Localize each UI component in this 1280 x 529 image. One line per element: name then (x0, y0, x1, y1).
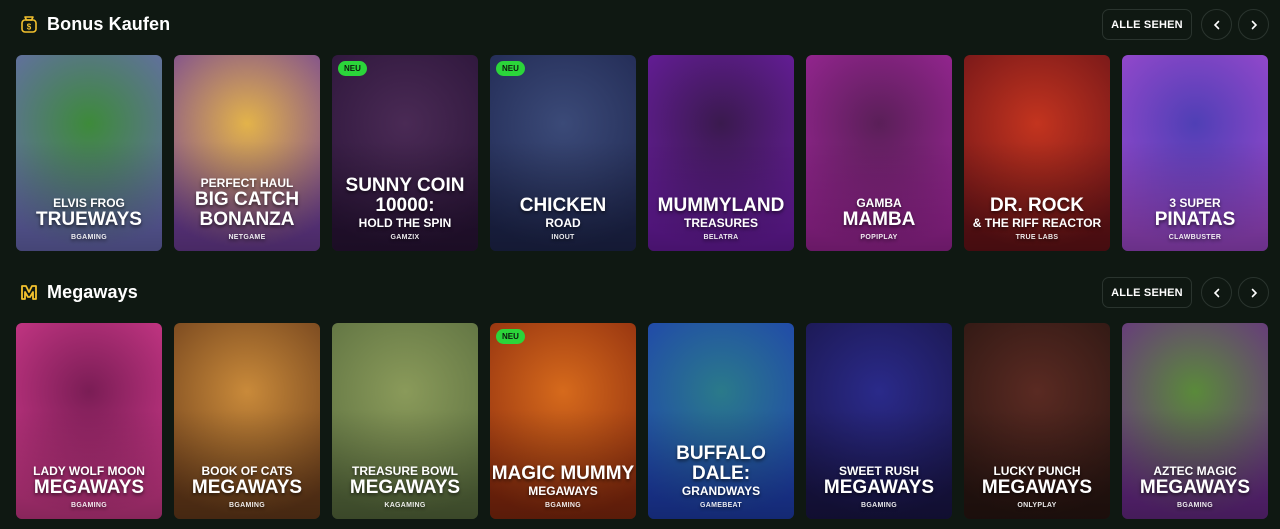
chevron-left-icon (1213, 288, 1219, 297)
game-title-line3: HOLD THE SPIN (358, 216, 452, 230)
game-title-block: 3 SUPER PINATAS CLAWBUSTER (1122, 197, 1268, 242)
game-title-block: SUNNY COIN 10000: HOLD THE SPIN GAMZIX (332, 175, 478, 242)
game-title-block: DR. ROCK & THE RIFF REACTOR TRUE LABS (964, 195, 1110, 242)
game-title-line2: MAMBA (842, 209, 916, 230)
game-title-block: MUMMYLAND TREASURES BELATRA (648, 195, 794, 242)
section-title: Megaways (47, 282, 138, 302)
game-card[interactable]: NEU MAGIC MUMMY MEGAWAYS BGAMING (490, 323, 636, 519)
new-badge: NEU (496, 61, 525, 76)
game-title-block: ELVIS FROG TRUEWAYS BGAMING (16, 197, 162, 242)
game-title-block: BUFFALO DALE: GRANDWAYS GAMEBEAT (648, 443, 794, 510)
game-card[interactable]: MUMMYLAND TREASURES BELATRA (648, 55, 794, 251)
game-card[interactable]: NEU CHICKEN ROAD INOUT (490, 55, 636, 251)
game-title-block: PERFECT HAUL BIG CATCH BONANZA NETGAME (174, 177, 320, 242)
game-provider: BGAMING (1177, 502, 1213, 509)
game-card[interactable]: DR. ROCK & THE RIFF REACTOR TRUE LABS (964, 55, 1110, 251)
game-provider: BGAMING (71, 234, 107, 241)
game-title-block: LADY WOLF MOON MEGAWAYS BGAMING (16, 465, 162, 510)
game-provider: GAMZIX (390, 234, 420, 241)
new-badge: NEU (496, 329, 525, 344)
game-title-line2: BUFFALO DALE: (676, 443, 766, 484)
game-title-block: TREASURE BOWL MEGAWAYS KAGAMING (332, 465, 478, 510)
section-header: Megaways ALLE SEHEN (0, 268, 1280, 320)
game-title-line2: MAGIC MUMMY (491, 463, 635, 484)
game-card[interactable]: GAMBA MAMBA POPIPLAY (806, 55, 952, 251)
game-card[interactable]: SWEET RUSH MEGAWAYS BGAMING (806, 323, 952, 519)
section-megaways: Megaways ALLE SEHEN LADY WOLF MOON MEGAWA… (0, 268, 1280, 519)
game-title-line2: MEGAWAYS (823, 477, 935, 498)
carousel-prev-button[interactable] (1201, 277, 1232, 308)
new-badge: NEU (338, 61, 367, 76)
game-title-line2: TRUEWAYS (36, 209, 142, 230)
game-card[interactable]: BOOK OF CATS MEGAWAYS BGAMING (174, 323, 320, 519)
section-title: Bonus Kaufen (47, 14, 171, 34)
game-provider: INOUT (551, 234, 575, 241)
game-provider: BGAMING (861, 502, 897, 509)
game-title-line2: BIG CATCH BONANZA (194, 189, 300, 230)
carousel-next-button[interactable] (1238, 9, 1269, 40)
game-provider: NETGAME (228, 234, 266, 241)
game-title-line3: GRANDWAYS (681, 484, 761, 498)
game-card[interactable]: AZTEC MAGIC MEGAWAYS BGAMING (1122, 323, 1268, 519)
game-card[interactable]: NEU SUNNY COIN 10000: HOLD THE SPIN GAMZIX (332, 55, 478, 251)
chevron-right-icon (1251, 288, 1257, 297)
game-provider: BGAMING (545, 502, 581, 509)
section-header: $ Bonus Kaufen ALLE SEHEN (0, 0, 1280, 52)
game-title-line2: MEGAWAYS (349, 477, 461, 498)
game-title-block: CHICKEN ROAD INOUT (490, 195, 636, 242)
game-provider: TRUE LABS (1015, 234, 1059, 241)
game-provider: KAGAMING (384, 502, 426, 509)
game-title-line2: CHICKEN (519, 195, 607, 216)
game-title-line2: MEGAWAYS (1139, 477, 1251, 498)
game-title-line3: MEGAWAYS (528, 484, 598, 498)
game-card-row: ELVIS FROG TRUEWAYS BGAMING PERFECT HAUL BIG… (0, 55, 1280, 251)
game-title-block: MAGIC MUMMY MEGAWAYS BGAMING (490, 463, 636, 510)
chevron-right-icon (1251, 20, 1257, 29)
section-bonus-kaufen: $ Bonus Kaufen ALLE SEHEN ELVIS FROG TRUE… (0, 0, 1280, 251)
game-title-line2: MUMMYLAND (657, 195, 785, 216)
game-title-block: GAMBA MAMBA POPIPLAY (806, 197, 952, 242)
game-provider: CLAWBUSTER (1168, 234, 1222, 241)
game-title-line3: TREASURES (683, 216, 758, 230)
game-title-line2: PINATAS (1154, 209, 1236, 230)
game-provider: ONLYPLAY (1017, 502, 1057, 509)
game-title-block: LUCKY PUNCH MEGAWAYS ONLYPLAY (964, 465, 1110, 510)
game-title-line2: SUNNY COIN 10000: (345, 175, 465, 216)
game-title-line2: MEGAWAYS (33, 477, 145, 498)
game-title-line3: ROAD (545, 216, 581, 230)
chevron-left-icon (1213, 20, 1219, 29)
megaways-m-icon (19, 282, 39, 302)
game-title-line2: DR. ROCK (990, 195, 1084, 216)
game-card[interactable]: LADY WOLF MOON MEGAWAYS BGAMING (16, 323, 162, 519)
game-card[interactable]: TREASURE BOWL MEGAWAYS KAGAMING (332, 323, 478, 519)
game-title-block: AZTEC MAGIC MEGAWAYS BGAMING (1122, 465, 1268, 510)
see-all-button[interactable]: ALLE SEHEN (1102, 9, 1192, 40)
carousel-next-button[interactable] (1238, 277, 1269, 308)
bag-coin-icon: $ (19, 14, 39, 34)
game-card-row: LADY WOLF MOON MEGAWAYS BGAMING BOOK OF CAT… (0, 323, 1280, 519)
svg-text:$: $ (27, 23, 32, 32)
game-card[interactable]: BUFFALO DALE: GRANDWAYS GAMEBEAT (648, 323, 794, 519)
game-title-line2: MEGAWAYS (981, 477, 1093, 498)
game-provider: BELATRA (703, 234, 739, 241)
game-card[interactable]: PERFECT HAUL BIG CATCH BONANZA NETGAME (174, 55, 320, 251)
game-card[interactable]: ELVIS FROG TRUEWAYS BGAMING (16, 55, 162, 251)
game-card[interactable]: LUCKY PUNCH MEGAWAYS ONLYPLAY (964, 323, 1110, 519)
game-provider: GAMEBEAT (700, 502, 742, 509)
game-provider: POPIPLAY (860, 234, 898, 241)
game-title-block: SWEET RUSH MEGAWAYS BGAMING (806, 465, 952, 510)
game-title-block: BOOK OF CATS MEGAWAYS BGAMING (174, 465, 320, 510)
game-title-line2: MEGAWAYS (191, 477, 303, 498)
game-title-line3: & THE RIFF REACTOR (972, 216, 1102, 230)
game-card[interactable]: 3 SUPER PINATAS CLAWBUSTER (1122, 55, 1268, 251)
see-all-button[interactable]: ALLE SEHEN (1102, 277, 1192, 308)
game-provider: BGAMING (71, 502, 107, 509)
game-provider: BGAMING (229, 502, 265, 509)
carousel-prev-button[interactable] (1201, 9, 1232, 40)
